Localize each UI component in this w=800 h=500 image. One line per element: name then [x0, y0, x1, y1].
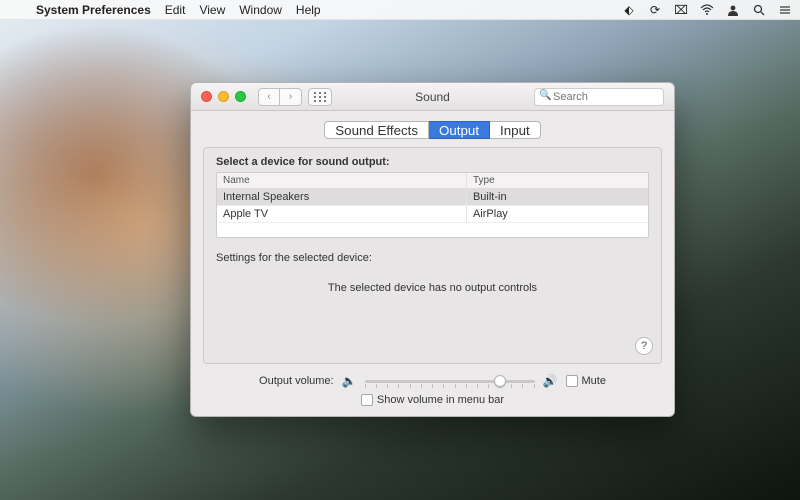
mute-checkbox[interactable]: Mute: [566, 375, 606, 387]
dropbox-icon[interactable]: ⬖: [622, 3, 636, 17]
sync-icon[interactable]: ⟳: [648, 3, 662, 17]
device-row-internal-speakers[interactable]: Internal Speakers Built-in: [217, 189, 648, 206]
output-volume-label: Output volume:: [259, 375, 334, 387]
notification-center-icon[interactable]: [778, 3, 792, 17]
minimize-button[interactable]: [218, 91, 229, 102]
menu-view[interactable]: View: [199, 3, 225, 17]
back-button[interactable]: ‹: [258, 88, 280, 106]
device-type: Built-in: [467, 189, 648, 205]
volume-min-icon: 🔈: [342, 374, 357, 388]
mute-label: Mute: [582, 375, 606, 387]
user-icon[interactable]: [726, 3, 740, 17]
show-all-button[interactable]: [308, 88, 332, 106]
output-volume-slider[interactable]: [365, 374, 535, 388]
device-type: AirPlay: [467, 206, 648, 222]
wifi-icon[interactable]: [700, 3, 714, 17]
app-menu[interactable]: System Preferences: [36, 3, 151, 17]
spotlight-icon[interactable]: [752, 3, 766, 17]
tab-input[interactable]: Input: [490, 121, 541, 139]
column-type[interactable]: Type: [467, 173, 648, 188]
menu-bar: System Preferences Edit View Window Help…: [0, 0, 800, 20]
settings-label: Settings for the selected device:: [216, 252, 649, 264]
device-name: Apple TV: [217, 206, 467, 222]
tab-sound-effects[interactable]: Sound Effects: [324, 121, 429, 139]
column-name[interactable]: Name: [217, 173, 467, 188]
show-volume-menubar-label: Show volume in menu bar: [377, 394, 504, 406]
titlebar[interactable]: ‹ › Sound 🔍: [191, 83, 674, 111]
volume-max-icon: 🔊: [543, 374, 558, 388]
menu-help[interactable]: Help: [296, 3, 321, 17]
zoom-button[interactable]: [235, 91, 246, 102]
show-volume-menubar-checkbox[interactable]: Show volume in menu bar: [361, 394, 504, 406]
menu-window[interactable]: Window: [239, 3, 282, 17]
footer: Output volume: 🔈 🔊 Mute Show volume in m…: [191, 374, 674, 416]
output-panel: Select a device for sound output: Name T…: [203, 147, 662, 364]
tab-bar: Sound Effects Output Input: [191, 121, 674, 139]
menu-edit[interactable]: Edit: [165, 3, 186, 17]
help-button[interactable]: ?: [635, 337, 653, 355]
search-input[interactable]: [534, 88, 664, 106]
forward-button[interactable]: ›: [280, 88, 302, 106]
close-button[interactable]: [201, 91, 212, 102]
device-name: Internal Speakers: [217, 189, 467, 205]
device-row-apple-tv[interactable]: Apple TV AirPlay: [217, 206, 648, 223]
select-device-heading: Select a device for sound output:: [216, 156, 649, 168]
device-table: Name Type Internal Speakers Built-in App…: [216, 172, 649, 238]
apple-menu-icon[interactable]: [8, 3, 22, 17]
display-icon[interactable]: ⌧: [674, 3, 688, 17]
no-output-controls-message: The selected device has no output contro…: [216, 282, 649, 294]
sound-prefs-window: ‹ › Sound 🔍 Sound Effects Output Input S…: [190, 82, 675, 417]
tab-output[interactable]: Output: [429, 121, 490, 139]
